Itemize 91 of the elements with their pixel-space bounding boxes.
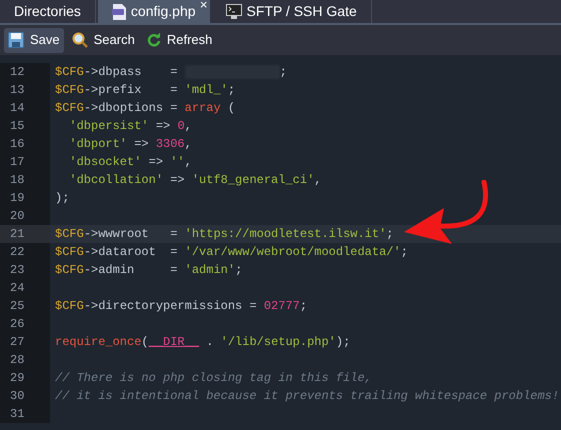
operator-token: -> xyxy=(84,83,98,97)
operator-token: , xyxy=(184,155,192,169)
string-token: 'dbport' xyxy=(68,137,128,151)
line-number: 15 xyxy=(10,119,24,133)
operator-token: , xyxy=(184,119,192,133)
line-number: 21 xyxy=(10,227,24,241)
operator-token: -> xyxy=(84,263,98,277)
line-number: 22 xyxy=(10,245,24,259)
string-token: 'utf8_general_ci' xyxy=(192,173,314,187)
variable-token: $CFG xyxy=(55,101,84,115)
operator-token: ); xyxy=(336,335,350,349)
number-token: 3306 xyxy=(156,137,185,151)
toolbar-button[interactable]: Save xyxy=(4,28,64,52)
string-token: 'dbpersist' xyxy=(68,119,149,133)
string-token: 'admin' xyxy=(184,263,236,277)
variable-token: $CFG xyxy=(55,227,84,241)
line-number: 17 xyxy=(10,155,24,169)
property-token: dataroot = xyxy=(98,245,178,259)
line-number: 28 xyxy=(10,353,24,367)
operator-token: ; xyxy=(386,227,394,241)
line-number: 20 xyxy=(10,209,24,223)
variable-token: $CFG xyxy=(55,245,84,259)
operator-token: ( xyxy=(141,335,149,349)
string-token: 'mdl_' xyxy=(184,83,228,97)
line-number: 24 xyxy=(10,281,24,295)
property-token: directorypermissions = xyxy=(98,299,258,313)
operator-token: . xyxy=(205,335,214,349)
line-number: 26 xyxy=(10,317,24,331)
line-number: 27 xyxy=(10,335,24,349)
operator-token: , xyxy=(184,137,192,151)
line-number: 14 xyxy=(10,101,24,115)
string-token: '/lib/setup.php' xyxy=(220,335,336,349)
tab-label: Directories xyxy=(14,2,81,21)
operator-token: -> xyxy=(84,101,98,115)
operator-token: ); xyxy=(55,191,70,205)
property-token: prefix = xyxy=(98,83,178,97)
tab[interactable]: config.php × xyxy=(98,0,210,23)
line-number: 12 xyxy=(10,65,24,79)
line-number: 19 xyxy=(10,191,24,205)
operator-token: -> xyxy=(84,299,98,313)
code-comment: // There is no php closing tag in this file, xyxy=(55,371,372,385)
code-comment: // it is intentional because it prevents trailing whitespace problems! xyxy=(55,389,560,403)
line-number: 23 xyxy=(10,263,24,277)
line-number: 31 xyxy=(10,407,24,421)
operator-token: ( xyxy=(226,101,236,115)
tab-label: SFTP / SSH Gate xyxy=(246,2,357,21)
close-button[interactable]: × xyxy=(200,0,208,11)
keyword-token: array xyxy=(184,101,221,115)
string-token: 'dbsocket' xyxy=(68,155,142,169)
variable-token: $CFG xyxy=(55,83,84,97)
string-token: '' xyxy=(170,155,185,169)
operator-token: -> xyxy=(84,227,98,241)
variable-token: $CFG xyxy=(55,299,84,313)
property-token: wwwroot = xyxy=(98,227,178,241)
operator-token: ; xyxy=(400,245,408,259)
operator-token: -> xyxy=(84,65,98,79)
refresh-icon xyxy=(146,33,161,47)
operator-token: => xyxy=(169,173,186,187)
variable-token: $CFG xyxy=(55,65,84,79)
operator-token: => xyxy=(133,137,150,151)
number-token: 02777 xyxy=(264,299,300,313)
number-token: 0 xyxy=(177,119,185,133)
string-token: '/var/www/webroot/moodledata/' xyxy=(184,245,401,259)
toolbar-button[interactable]: Refresh xyxy=(142,28,216,52)
property-token: dboptions = xyxy=(98,101,178,115)
property-token: admin = xyxy=(98,263,178,277)
string-token: 'dbcollation' xyxy=(68,173,164,187)
operator-token: -> xyxy=(84,245,98,259)
property-token: dbpass = xyxy=(98,65,178,79)
line-number: 16 xyxy=(10,137,24,151)
operator-token: ; xyxy=(280,65,287,79)
tab-label: config.php xyxy=(130,2,196,21)
toolbar-button[interactable]: Search xyxy=(68,28,139,52)
variable-token: $CFG xyxy=(55,263,84,277)
line-number: 13 xyxy=(10,83,24,97)
line-number: 25 xyxy=(10,299,24,313)
keyword-token: require_once xyxy=(55,335,142,349)
operator-token: ; xyxy=(300,299,308,313)
constant-token: __DIR__ xyxy=(148,335,200,349)
operator-token: , xyxy=(314,173,322,187)
operator-token: ; xyxy=(235,263,242,277)
line-number: 29 xyxy=(10,371,24,385)
search-icon xyxy=(72,32,88,48)
operator-token: => xyxy=(154,119,172,133)
terminal-icon xyxy=(226,4,242,19)
string-token: 'https://moodletest.ilsw.it' xyxy=(184,227,386,241)
line-number: 18 xyxy=(10,173,24,187)
operator-token: => xyxy=(148,155,164,169)
line-number: 30 xyxy=(10,389,24,403)
operator-token: ; xyxy=(228,83,236,97)
php-file-icon xyxy=(112,4,126,20)
